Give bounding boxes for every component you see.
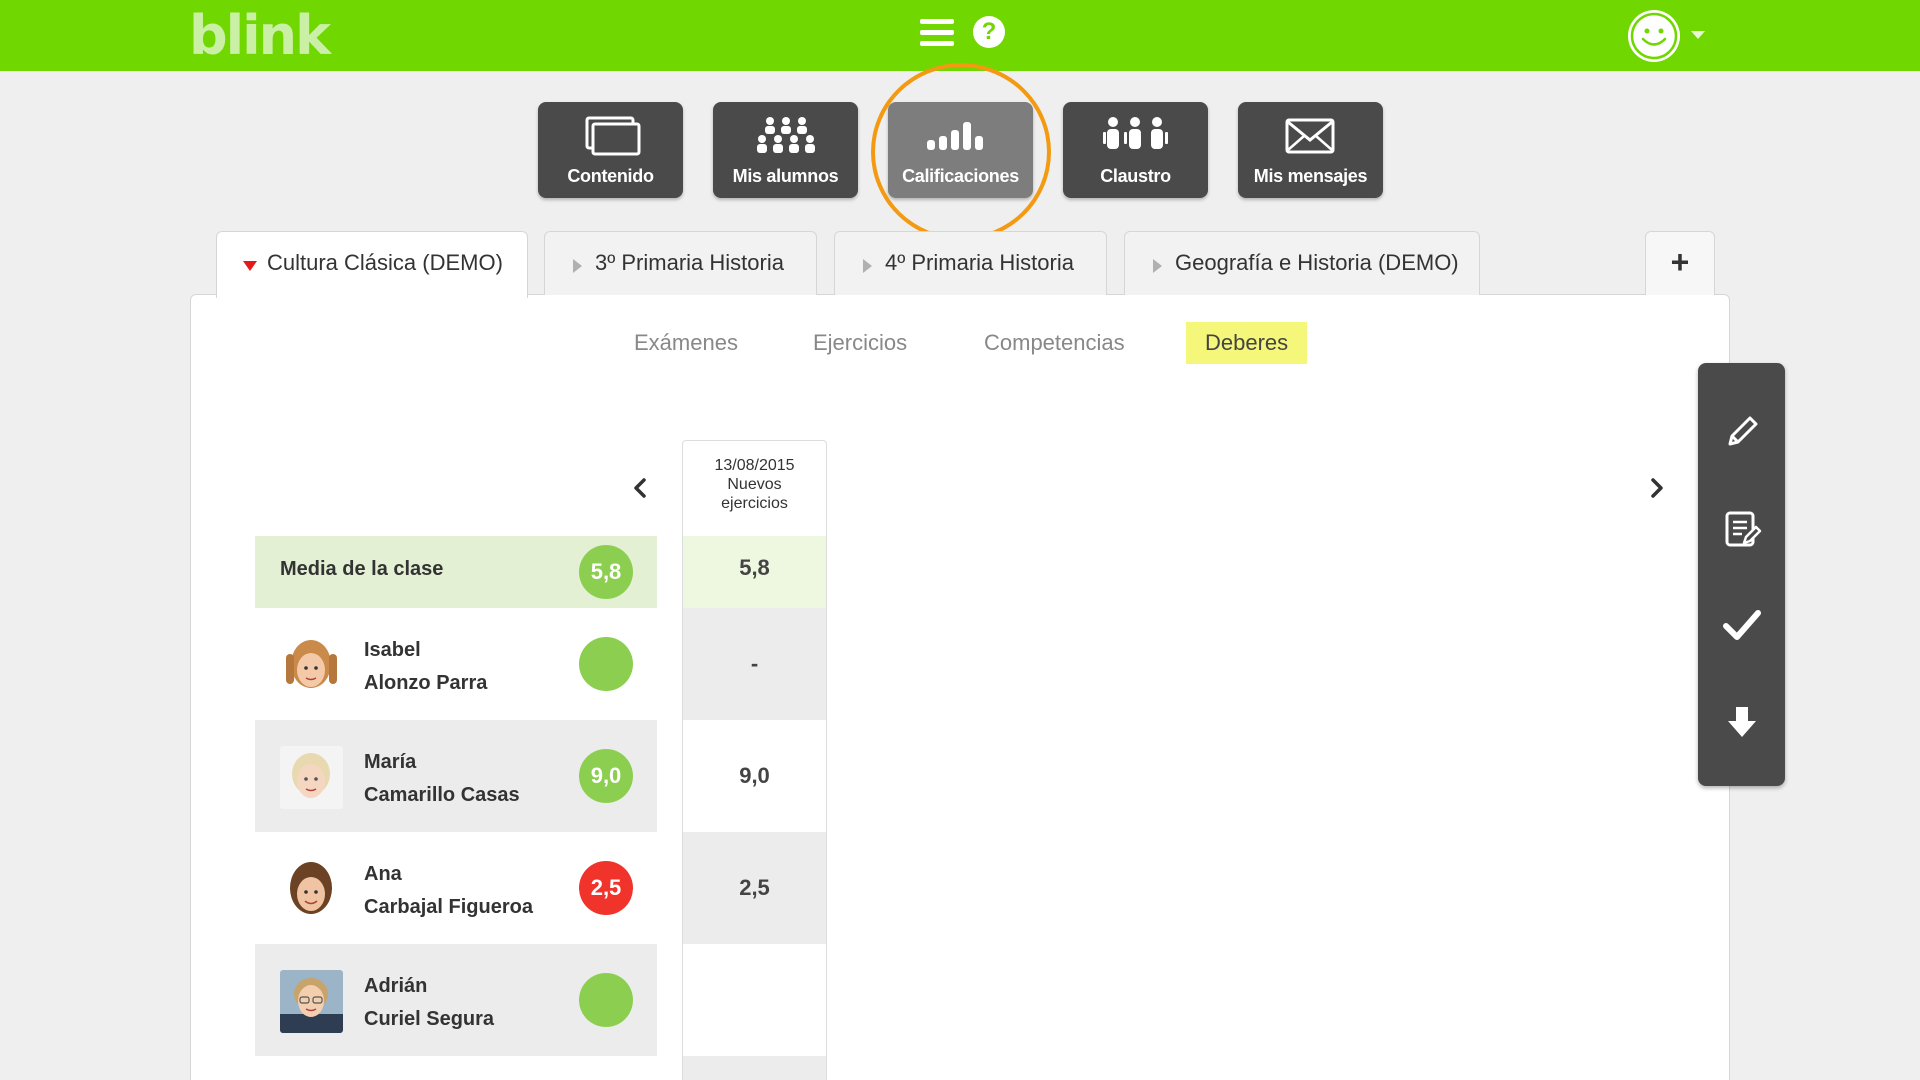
student-name[interactable]: María Camarillo Casas <box>364 746 520 812</box>
grade-cell[interactable]: - <box>683 608 826 720</box>
caret-right-icon <box>573 259 582 273</box>
class-average-row: Media de la clase 5,8 <box>255 536 657 608</box>
nav-label: Mis alumnos <box>732 166 839 186</box>
grade-cell[interactable]: 9,0 <box>683 720 826 832</box>
student-photo <box>280 970 343 1033</box>
pencil-icon[interactable] <box>1720 410 1764 454</box>
caret-down-icon[interactable] <box>1691 31 1705 39</box>
nav-mis-mensajes-button[interactable]: Mis mensajes <box>1238 102 1383 198</box>
student-last-name: Curiel Segura <box>364 1008 495 1030</box>
student-last-name: Alonzo Parra <box>364 672 488 694</box>
bar-chart-icon <box>927 122 983 150</box>
student-row[interactable]: Isabel Alonzo Parra <box>255 608 657 720</box>
nav-claustro-button[interactable]: Claustro <box>1063 102 1208 198</box>
caret-right-icon <box>1153 259 1162 273</box>
nav-contenido-button[interactable]: Contenido <box>538 102 683 198</box>
help-icon[interactable]: ? <box>973 16 1005 48</box>
tab-4-primaria-historia[interactable]: 4º Primaria Historia <box>834 231 1107 295</box>
class-average-badge: 5,8 <box>579 545 633 599</box>
student-photo <box>280 858 343 921</box>
student-grade-badge <box>579 637 633 691</box>
nav-label: Mis mensajes <box>1253 166 1368 186</box>
nav-label: Calificaciones <box>902 166 1019 186</box>
nav-calificaciones-button[interactable]: Calificaciones <box>888 102 1033 198</box>
tab-3-primaria-historia[interactable]: 3º Primaria Historia <box>544 231 817 295</box>
student-row[interactable]: Ana Carbajal Figueroa 2,5 <box>255 832 657 944</box>
checkmark-icon[interactable] <box>1720 603 1764 647</box>
tab-geografia-historia[interactable]: Geografía e Historia (DEMO) <box>1124 231 1480 295</box>
chevron-left-icon[interactable] <box>630 477 652 499</box>
grade-cell-partial <box>683 1056 826 1080</box>
student-last-name: Camarillo Casas <box>364 784 520 806</box>
student-first-name: Adrián <box>364 975 428 997</box>
column-title-line1: Nuevos <box>727 476 782 493</box>
screens-icon <box>585 116 641 156</box>
student-first-name: Ana <box>364 863 402 885</box>
subtab-deberes[interactable]: Deberes <box>1186 322 1308 364</box>
edit-notes-icon[interactable] <box>1720 507 1764 551</box>
tab-cultura-clasica[interactable]: Cultura Clásica (DEMO) <box>216 231 528 298</box>
students-icon <box>757 117 815 153</box>
class-average-cell[interactable]: 5,8 <box>683 536 826 608</box>
student-first-name: Isabel <box>364 639 421 661</box>
caret-right-icon <box>863 259 872 273</box>
column-header[interactable]: 13/08/2015 Nuevos ejercicios <box>682 440 827 536</box>
nav-label: Claustro <box>1100 166 1171 186</box>
grade-cell[interactable]: 2,5 <box>683 832 826 944</box>
subtab-competencias[interactable]: Competencias <box>984 322 1125 364</box>
envelope-icon <box>1285 118 1335 154</box>
student-grade-badge <box>579 973 633 1027</box>
teachers-icon <box>1103 117 1168 149</box>
caret-down-icon <box>243 261 257 271</box>
grade-cell[interactable] <box>683 944 826 1056</box>
add-tab-button[interactable]: + <box>1645 231 1715 295</box>
download-arrow-icon[interactable] <box>1720 701 1764 745</box>
top-bar: blink ? <box>0 0 1920 71</box>
nav-label: Contenido <box>567 166 654 186</box>
smiley-avatar-icon[interactable] <box>1628 10 1680 62</box>
subtab-ejercicios[interactable]: Ejercicios <box>813 322 907 364</box>
student-last-name: Carbajal Figueroa <box>364 896 533 918</box>
student-grade-badge: 2,5 <box>579 861 633 915</box>
student-row[interactable]: Adrián Curiel Segura <box>255 944 657 1056</box>
column-title-line2: ejercicios <box>721 495 788 512</box>
student-name[interactable]: Ana Carbajal Figueroa <box>364 858 533 924</box>
tab-label: Cultura Clásica (DEMO) <box>267 250 503 275</box>
student-name[interactable]: Isabel Alonzo Parra <box>364 634 487 700</box>
tab-label: Geografía e Historia (DEMO) <box>1175 250 1459 275</box>
blink-logo[interactable]: blink <box>189 4 331 67</box>
student-name[interactable]: Adrián Curiel Segura <box>364 970 494 1036</box>
right-toolbar <box>1698 363 1785 786</box>
class-average-label: Media de la clase <box>280 558 444 580</box>
tab-label: 3º Primaria Historia <box>595 250 784 275</box>
student-grade-badge: 9,0 <box>579 749 633 803</box>
nav-mis-alumnos-button[interactable]: Mis alumnos <box>713 102 858 198</box>
column-date: 13/08/2015 <box>714 457 795 474</box>
subtab-examenes[interactable]: Exámenes <box>634 322 738 364</box>
student-first-name: María <box>364 751 417 773</box>
tab-label: 4º Primaria Historia <box>885 250 1074 275</box>
student-photo <box>280 634 343 697</box>
student-row[interactable]: María Camarillo Casas 9,0 <box>255 720 657 832</box>
student-photo <box>280 746 343 809</box>
hamburger-menu-icon[interactable] <box>920 19 954 47</box>
chevron-right-icon[interactable] <box>1645 477 1667 499</box>
